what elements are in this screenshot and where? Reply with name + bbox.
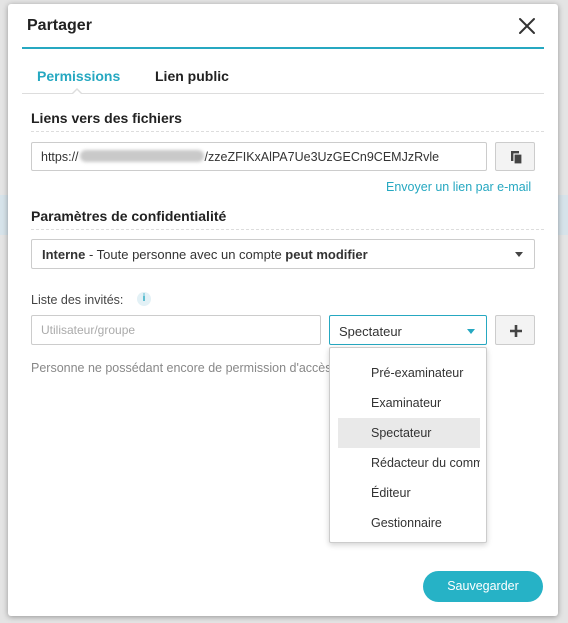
copy-icon <box>511 151 523 165</box>
chevron-down-icon <box>515 252 523 257</box>
user-group-input[interactable] <box>31 315 321 345</box>
role-option[interactable]: Examinateur <box>338 388 480 418</box>
role-select[interactable]: Spectateur <box>329 315 487 345</box>
privacy-description: - Toute personne avec un compte <box>85 247 286 262</box>
file-link-field[interactable]: https:// /zzeZFIKxAlPA7Ue3UzGECn9CEMJzRvl… <box>31 142 487 171</box>
dialog-header: Partager <box>8 4 558 48</box>
role-selected-value: Spectateur <box>339 324 402 339</box>
role-option[interactable]: Éditeur <box>338 478 480 508</box>
chevron-down-icon <box>467 329 475 334</box>
file-link-suffix: /zzeZFIKxAlPA7Ue3UzGECn9CEMJzRvle <box>204 150 440 164</box>
save-button[interactable]: Sauvegarder <box>423 571 543 602</box>
role-dropdown-menu: Pré-examinateur Examinateur Spectateur R… <box>329 347 487 543</box>
dialog-title: Partager <box>27 17 92 34</box>
section-divider <box>31 229 544 230</box>
privacy-level: Interne <box>42 247 86 262</box>
info-icon[interactable]: i <box>137 292 151 306</box>
privacy-title: Paramètres de confidentialité <box>31 208 227 224</box>
redacted-host <box>79 150 204 162</box>
file-links-title: Liens vers des fichiers <box>31 110 182 126</box>
close-icon <box>519 18 535 34</box>
file-link-prefix: https:// <box>41 150 79 164</box>
role-option[interactable]: Gestionnaire <box>338 508 480 538</box>
tab-permissions[interactable]: Permissions <box>37 68 120 84</box>
role-option-selected[interactable]: Spectateur <box>338 418 480 448</box>
send-email-link[interactable]: Envoyer un lien par e-mail <box>386 180 531 194</box>
privacy-select[interactable]: Interne - Toute personne avec un compte … <box>31 239 535 269</box>
privacy-permission: peut modifier <box>285 247 368 262</box>
share-dialog: Partager Permissions Lien public Liens v… <box>8 4 558 616</box>
close-button[interactable] <box>515 14 539 38</box>
tab-bar: Permissions Lien public <box>22 60 544 95</box>
plus-icon <box>510 325 522 337</box>
section-divider <box>31 131 544 132</box>
role-option[interactable]: Pré-examinateur <box>338 358 480 388</box>
tab-public-link[interactable]: Lien public <box>155 68 229 84</box>
copy-link-button[interactable] <box>495 142 535 171</box>
invitees-label: Liste des invités: <box>31 293 124 307</box>
no-permission-text: Personne ne possédant encore de permissi… <box>31 361 331 375</box>
add-invitee-button[interactable] <box>495 315 535 345</box>
active-tab-pointer-fill <box>72 90 82 95</box>
role-option[interactable]: Rédacteur du commentaire <box>338 448 480 478</box>
header-divider <box>22 47 544 49</box>
